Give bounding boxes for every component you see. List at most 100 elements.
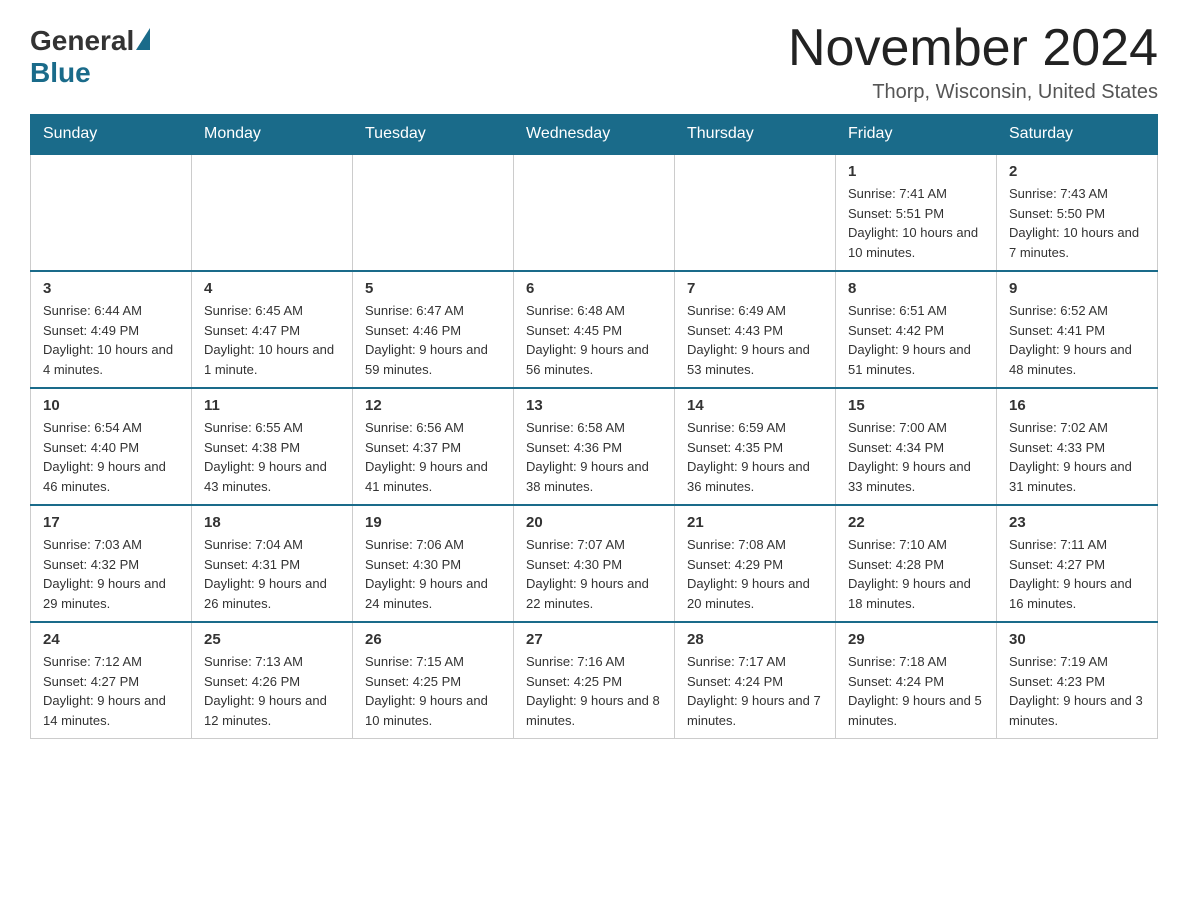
calendar-cell: 28 Sunrise: 7:17 AMSunset: 4:24 PMDayligh… xyxy=(675,622,836,739)
calendar-cell: 1 Sunrise: 7:41 AMSunset: 5:51 PMDaylight… xyxy=(836,154,997,271)
calendar-cell: 11Sunrise: 6:55 AMSunset: 4:38 PMDayligh… xyxy=(192,388,353,505)
day-info: Sunrise: 7:06 AMSunset: 4:30 PMDaylight:… xyxy=(365,535,501,613)
calendar-cell: 7 Sunrise: 6:49 AMSunset: 4:43 PMDaylight… xyxy=(675,271,836,388)
day-number: 14 xyxy=(687,397,823,414)
day-number: 7 xyxy=(687,280,823,297)
day-number: 25 xyxy=(204,631,340,648)
calendar-cell: 27Sunrise: 7:16 AMSunset: 4:25 PMDayligh… xyxy=(514,622,675,739)
day-info: Sunrise: 7:12 AMSunset: 4:27 PMDaylight:… xyxy=(43,652,179,730)
day-info: Sunrise: 7:11 AMSunset: 4:27 PMDaylight:… xyxy=(1009,535,1145,613)
day-info: Sunrise: 6:49 AMSunset: 4:43 PMDaylight:… xyxy=(687,301,823,379)
day-number: 20 xyxy=(526,514,662,531)
calendar-week-row: 24 Sunrise: 7:12 AMSunset: 4:27 PMDayligh… xyxy=(31,622,1158,739)
day-number: 16 xyxy=(1009,397,1145,414)
day-info: Sunrise: 7:16 AMSunset: 4:25 PMDaylight:… xyxy=(526,652,662,730)
calendar-cell xyxy=(353,154,514,271)
day-number: 26 xyxy=(365,631,501,648)
calendar-week-row: 1 Sunrise: 7:41 AMSunset: 5:51 PMDaylight… xyxy=(31,154,1158,271)
calendar-cell: 12 Sunrise: 6:56 AMSunset: 4:37 PMDayligh… xyxy=(353,388,514,505)
day-number: 2 xyxy=(1009,163,1145,180)
logo: General Blue xyxy=(30,20,150,89)
logo-general-text: General xyxy=(30,25,134,57)
logo-blue-text: Blue xyxy=(30,57,91,89)
page-header: General Blue November 2024 Thorp, Wiscon… xyxy=(30,20,1158,104)
calendar-cell: 5 Sunrise: 6:47 AMSunset: 4:46 PMDaylight… xyxy=(353,271,514,388)
day-number: 9 xyxy=(1009,280,1145,297)
calendar-cell: 22 Sunrise: 7:10 AMSunset: 4:28 PMDayligh… xyxy=(836,505,997,622)
calendar-cell: 8 Sunrise: 6:51 AMSunset: 4:42 PMDaylight… xyxy=(836,271,997,388)
calendar-cell: 20 Sunrise: 7:07 AMSunset: 4:30 PMDayligh… xyxy=(514,505,675,622)
day-info: Sunrise: 6:48 AMSunset: 4:45 PMDaylight:… xyxy=(526,301,662,379)
calendar-cell: 16Sunrise: 7:02 AMSunset: 4:33 PMDayligh… xyxy=(997,388,1158,505)
day-info: Sunrise: 7:18 AMSunset: 4:24 PMDaylight:… xyxy=(848,652,984,730)
day-info: Sunrise: 6:56 AMSunset: 4:37 PMDaylight:… xyxy=(365,418,501,496)
calendar-cell: 6 Sunrise: 6:48 AMSunset: 4:45 PMDaylight… xyxy=(514,271,675,388)
day-info: Sunrise: 6:58 AMSunset: 4:36 PMDaylight:… xyxy=(526,418,662,496)
logo-triangle-icon xyxy=(136,28,150,50)
calendar-cell: 30 Sunrise: 7:19 AMSunset: 4:23 PMDayligh… xyxy=(997,622,1158,739)
calendar-cell: 14 Sunrise: 6:59 AMSunset: 4:35 PMDayligh… xyxy=(675,388,836,505)
calendar-header-saturday: Saturday xyxy=(997,115,1158,155)
calendar-cell: 13 Sunrise: 6:58 AMSunset: 4:36 PMDayligh… xyxy=(514,388,675,505)
day-info: Sunrise: 7:15 AMSunset: 4:25 PMDaylight:… xyxy=(365,652,501,730)
calendar-cell: 19 Sunrise: 7:06 AMSunset: 4:30 PMDayligh… xyxy=(353,505,514,622)
day-number: 5 xyxy=(365,280,501,297)
day-info: Sunrise: 7:17 AMSunset: 4:24 PMDaylight:… xyxy=(687,652,823,730)
day-info: Sunrise: 6:45 AMSunset: 4:47 PMDaylight:… xyxy=(204,301,340,379)
day-number: 21 xyxy=(687,514,823,531)
calendar-header-monday: Monday xyxy=(192,115,353,155)
day-number: 28 xyxy=(687,631,823,648)
calendar-cell xyxy=(31,154,192,271)
calendar-cell: 29Sunrise: 7:18 AMSunset: 4:24 PMDayligh… xyxy=(836,622,997,739)
day-number: 12 xyxy=(365,397,501,414)
day-info: Sunrise: 6:54 AMSunset: 4:40 PMDaylight:… xyxy=(43,418,179,496)
day-info: Sunrise: 6:52 AMSunset: 4:41 PMDaylight:… xyxy=(1009,301,1145,379)
calendar-cell: 24 Sunrise: 7:12 AMSunset: 4:27 PMDayligh… xyxy=(31,622,192,739)
calendar-header-wednesday: Wednesday xyxy=(514,115,675,155)
day-info: Sunrise: 6:47 AMSunset: 4:46 PMDaylight:… xyxy=(365,301,501,379)
calendar-cell xyxy=(675,154,836,271)
day-number: 30 xyxy=(1009,631,1145,648)
day-number: 8 xyxy=(848,280,984,297)
calendar-header-sunday: Sunday xyxy=(31,115,192,155)
day-info: Sunrise: 7:03 AMSunset: 4:32 PMDaylight:… xyxy=(43,535,179,613)
day-info: Sunrise: 7:07 AMSunset: 4:30 PMDaylight:… xyxy=(526,535,662,613)
day-info: Sunrise: 7:04 AMSunset: 4:31 PMDaylight:… xyxy=(204,535,340,613)
day-info: Sunrise: 7:08 AMSunset: 4:29 PMDaylight:… xyxy=(687,535,823,613)
day-info: Sunrise: 7:10 AMSunset: 4:28 PMDaylight:… xyxy=(848,535,984,613)
calendar-week-row: 17Sunrise: 7:03 AMSunset: 4:32 PMDayligh… xyxy=(31,505,1158,622)
day-number: 3 xyxy=(43,280,179,297)
day-number: 19 xyxy=(365,514,501,531)
location-text: Thorp, Wisconsin, United States xyxy=(788,81,1158,104)
day-number: 22 xyxy=(848,514,984,531)
calendar-cell: 17Sunrise: 7:03 AMSunset: 4:32 PMDayligh… xyxy=(31,505,192,622)
title-section: November 2024 Thorp, Wisconsin, United S… xyxy=(788,20,1158,104)
day-number: 10 xyxy=(43,397,179,414)
calendar-header-row: SundayMondayTuesdayWednesdayThursdayFrid… xyxy=(31,115,1158,155)
day-info: Sunrise: 7:41 AMSunset: 5:51 PMDaylight:… xyxy=(848,184,984,262)
calendar-cell: 9 Sunrise: 6:52 AMSunset: 4:41 PMDaylight… xyxy=(997,271,1158,388)
day-info: Sunrise: 7:19 AMSunset: 4:23 PMDaylight:… xyxy=(1009,652,1145,730)
day-number: 1 xyxy=(848,163,984,180)
day-number: 13 xyxy=(526,397,662,414)
calendar-cell: 2 Sunrise: 7:43 AMSunset: 5:50 PMDaylight… xyxy=(997,154,1158,271)
day-info: Sunrise: 6:51 AMSunset: 4:42 PMDaylight:… xyxy=(848,301,984,379)
calendar-cell xyxy=(192,154,353,271)
day-info: Sunrise: 6:59 AMSunset: 4:35 PMDaylight:… xyxy=(687,418,823,496)
day-info: Sunrise: 6:55 AMSunset: 4:38 PMDaylight:… xyxy=(204,418,340,496)
calendar-cell: 21 Sunrise: 7:08 AMSunset: 4:29 PMDayligh… xyxy=(675,505,836,622)
calendar-cell: 15Sunrise: 7:00 AMSunset: 4:34 PMDayligh… xyxy=(836,388,997,505)
day-number: 6 xyxy=(526,280,662,297)
calendar-header-thursday: Thursday xyxy=(675,115,836,155)
calendar-cell xyxy=(514,154,675,271)
day-number: 18 xyxy=(204,514,340,531)
calendar-week-row: 3Sunrise: 6:44 AMSunset: 4:49 PMDaylight… xyxy=(31,271,1158,388)
calendar-cell: 10 Sunrise: 6:54 AMSunset: 4:40 PMDayligh… xyxy=(31,388,192,505)
calendar-cell: 26 Sunrise: 7:15 AMSunset: 4:25 PMDayligh… xyxy=(353,622,514,739)
day-number: 24 xyxy=(43,631,179,648)
day-number: 23 xyxy=(1009,514,1145,531)
day-number: 15 xyxy=(848,397,984,414)
calendar-week-row: 10 Sunrise: 6:54 AMSunset: 4:40 PMDayligh… xyxy=(31,388,1158,505)
day-info: Sunrise: 7:43 AMSunset: 5:50 PMDaylight:… xyxy=(1009,184,1145,262)
calendar-cell: 4Sunrise: 6:45 AMSunset: 4:47 PMDaylight… xyxy=(192,271,353,388)
